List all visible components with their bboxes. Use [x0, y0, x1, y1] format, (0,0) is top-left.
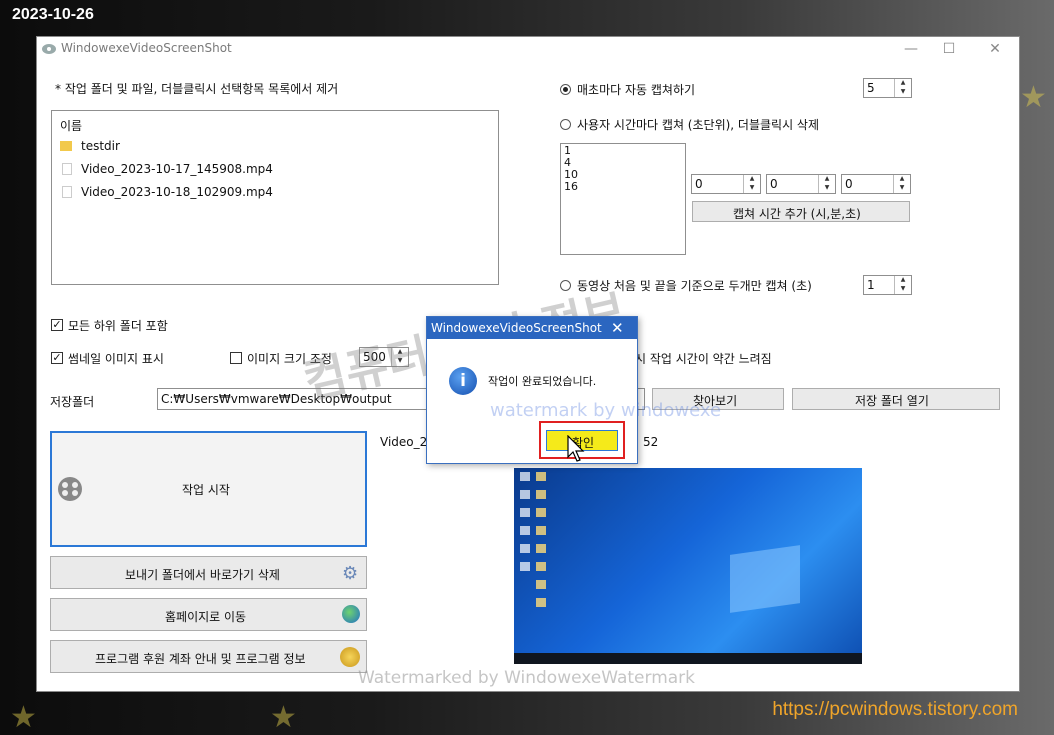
- desktop-icons: [536, 472, 546, 612]
- dialog-title-bar: WindowexeVideoScreenShot ✕: [427, 317, 637, 339]
- minute-input[interactable]: 0 ▲ ▼: [766, 174, 836, 194]
- list-header: 이름: [60, 119, 83, 133]
- include-subfolders-checkbox[interactable]: ✓: [51, 319, 63, 331]
- shortcut-delete-button[interactable]: 보내기 폴더에서 바로가기 삭제 ⚙: [50, 556, 367, 589]
- star-decoration: ★: [270, 700, 297, 735]
- slow-note-label: 시 작업 시간이 약간 느려짐: [635, 352, 772, 366]
- list-item[interactable]: Video_2023-10-17_145908.mp4: [81, 162, 273, 176]
- dialog-close-icon[interactable]: ✕: [611, 319, 624, 337]
- desktop-icons: [520, 472, 530, 572]
- include-subfolders-label: 모든 하위 폴더 포함: [68, 319, 168, 333]
- second-value: 0: [845, 177, 853, 191]
- resize-checkbox[interactable]: [230, 352, 242, 364]
- homepage-button[interactable]: 홈페이지로 이동: [50, 598, 367, 631]
- add-capture-time-label: 캡쳐 시간 추가 (시,분,초): [733, 207, 861, 221]
- start-end-seconds-input[interactable]: 1 ▲ ▼: [863, 275, 912, 295]
- second-spinner[interactable]: ▲ ▼: [893, 175, 910, 193]
- second-input[interactable]: 0 ▲ ▼: [841, 174, 911, 194]
- shortcut-delete-label: 보내기 폴더에서 바로가기 삭제: [125, 568, 280, 582]
- close-button[interactable]: ✕: [981, 39, 1009, 59]
- file-icon: [62, 186, 72, 198]
- capture-times-list[interactable]: 1 4 10 16: [560, 143, 686, 255]
- star-decoration: ★: [10, 700, 37, 735]
- list-item[interactable]: 16: [564, 181, 578, 193]
- add-capture-time-button[interactable]: 캡쳐 시간 추가 (시,분,초): [692, 201, 910, 222]
- app-icon: [42, 44, 56, 54]
- site-url: https://pcwindows.tistory.com: [772, 699, 1018, 720]
- radio-user-time-label: 사용자 시간마다 캡쳐 (초단위), 더블클릭시 삭제: [577, 118, 820, 132]
- mouse-cursor-icon: [567, 435, 585, 462]
- list-item[interactable]: Video_2023-10-18_102909.mp4: [81, 185, 273, 199]
- show-thumbnail-checkbox[interactable]: ✓: [51, 352, 63, 364]
- watermark-mid: watermark by windowexe: [490, 400, 722, 421]
- maximize-button[interactable]: ☐: [935, 39, 963, 59]
- instruction-label: * 작업 폴더 및 파일, 더블클릭시 선택항목 목록에서 제거: [55, 82, 339, 96]
- date-stamp: 2023-10-26: [12, 6, 94, 23]
- film-reel-icon: [58, 477, 82, 501]
- preview-image: [514, 468, 862, 664]
- title-bar: WindowexeVideoScreenShot — ☐ ✕: [37, 37, 1019, 61]
- auto-capture-seconds-value: 5: [867, 81, 875, 95]
- auto-capture-seconds-input[interactable]: 5 ▲ ▼: [863, 78, 912, 98]
- radio-auto-capture-label: 매초마다 자동 캡쳐하기: [577, 83, 696, 97]
- gear-icon: ⚙: [342, 563, 359, 584]
- radio-user-time[interactable]: [560, 119, 571, 130]
- auto-capture-spinner[interactable]: ▲ ▼: [894, 79, 911, 97]
- hour-input[interactable]: 0 ▲ ▼: [691, 174, 761, 194]
- start-end-seconds-value: 1: [867, 278, 875, 292]
- taskbar: [514, 653, 862, 664]
- windows-logo-icon: [730, 545, 800, 613]
- open-save-folder-label: 저장 폴더 열기: [855, 394, 929, 408]
- radio-auto-capture[interactable]: [560, 84, 571, 95]
- file-icon: [62, 163, 72, 175]
- minute-spinner[interactable]: ▲ ▼: [818, 175, 835, 193]
- sponsor-label: 프로그램 후원 계좌 안내 및 프로그램 정보: [95, 652, 306, 666]
- hour-spinner[interactable]: ▲ ▼: [743, 175, 760, 193]
- open-save-folder-button[interactable]: 저장 폴더 열기: [792, 388, 1000, 410]
- completion-dialog: WindowexeVideoScreenShot ✕ i 작업이 완료되었습니다…: [426, 316, 638, 464]
- save-folder-label: 저장폴더: [50, 395, 95, 409]
- minute-value: 0: [770, 177, 778, 191]
- star-decoration: ★: [1020, 80, 1047, 115]
- dialog-title: WindowexeVideoScreenShot: [431, 321, 602, 335]
- homepage-label: 홈페이지로 이동: [165, 610, 247, 624]
- status-count: 52: [643, 435, 659, 449]
- list-item[interactable]: testdir: [81, 139, 120, 153]
- start-button[interactable]: 작업 시작: [50, 431, 367, 547]
- start-label: 작업 시작: [182, 483, 230, 497]
- show-thumbnail-label: 썸네일 이미지 표시: [68, 352, 164, 366]
- window-title: WindowexeVideoScreenShot: [61, 41, 232, 55]
- info-icon: i: [449, 367, 477, 395]
- dialog-message: 작업이 완료되었습니다.: [488, 375, 597, 388]
- folder-icon: [60, 141, 72, 151]
- globe-icon: [342, 605, 360, 623]
- sponsor-button[interactable]: 프로그램 후원 계좌 안내 및 프로그램 정보: [50, 640, 367, 673]
- coins-icon: [340, 647, 360, 667]
- minimize-button[interactable]: —: [897, 39, 925, 59]
- file-list[interactable]: 이름 testdir Video_2023-10-17_145908.mp4 V…: [51, 110, 499, 285]
- watermark-bottom: Watermarked by WindowexeWatermark: [358, 668, 696, 688]
- hour-value: 0: [695, 177, 703, 191]
- start-end-spinner[interactable]: ▲ ▼: [894, 276, 911, 294]
